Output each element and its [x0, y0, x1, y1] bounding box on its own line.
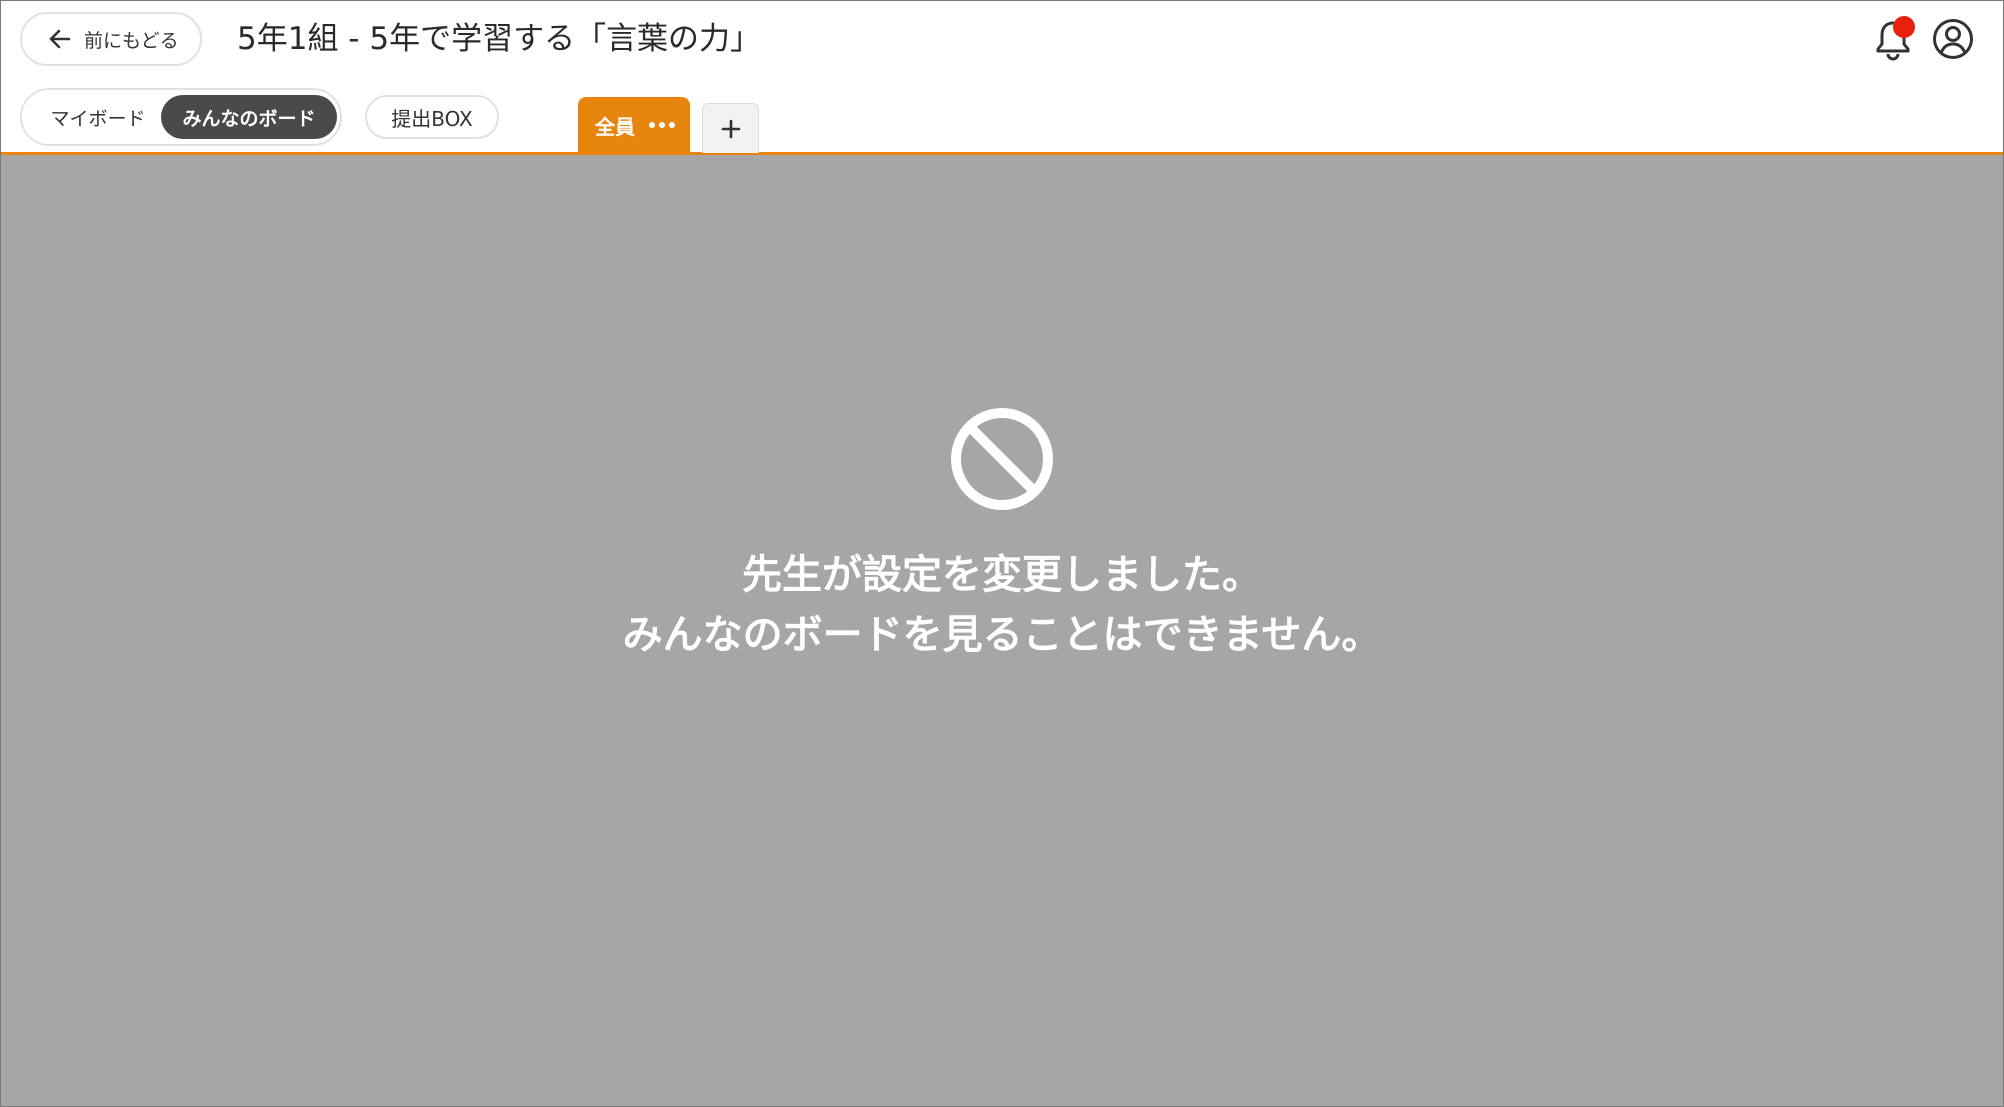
notification-badge — [1893, 16, 1915, 38]
account-icon[interactable] — [1931, 17, 1975, 61]
add-tab-button[interactable] — [702, 103, 759, 153]
blocked-overlay: 先生が設定を変更しました。 みんなのボードを見ることはできません。 — [1, 155, 2003, 1106]
plus-icon — [721, 119, 740, 138]
back-button[interactable]: 前にもどる — [20, 12, 202, 66]
submit-box-button[interactable]: 提出BOX — [365, 95, 499, 139]
app-window: 前にもどる 5年1組 - 5年で学習する「言葉の力」 マイボード みんなのボード… — [0, 0, 2004, 1107]
my-board-tab[interactable]: マイボード — [30, 95, 166, 139]
back-button-label: 前にもどる — [84, 29, 179, 52]
tab-everyone-label: 全員 — [595, 114, 635, 139]
everyone-board-tab[interactable]: みんなのボード — [161, 95, 337, 139]
arrow-left-icon — [49, 29, 71, 49]
header: 前にもどる 5年1組 - 5年で学習する「言葉の力」 マイボード みんなのボード… — [1, 1, 2003, 155]
tab-everyone[interactable]: 全員 — [578, 97, 690, 153]
blocked-message: 先生が設定を変更しました。 みんなのボードを見ることはできません。 — [1, 545, 2003, 665]
more-dots-icon[interactable] — [649, 122, 675, 128]
prohibited-icon — [951, 408, 1053, 510]
blocked-message-line1: 先生が設定を変更しました。 — [742, 552, 1262, 598]
blocked-message-line2: みんなのボードを見ることはできません。 — [622, 612, 1382, 658]
page-title: 5年1組 - 5年で学習する「言葉の力」 — [237, 21, 762, 57]
board-switch: マイボード みんなのボード — [20, 88, 342, 146]
